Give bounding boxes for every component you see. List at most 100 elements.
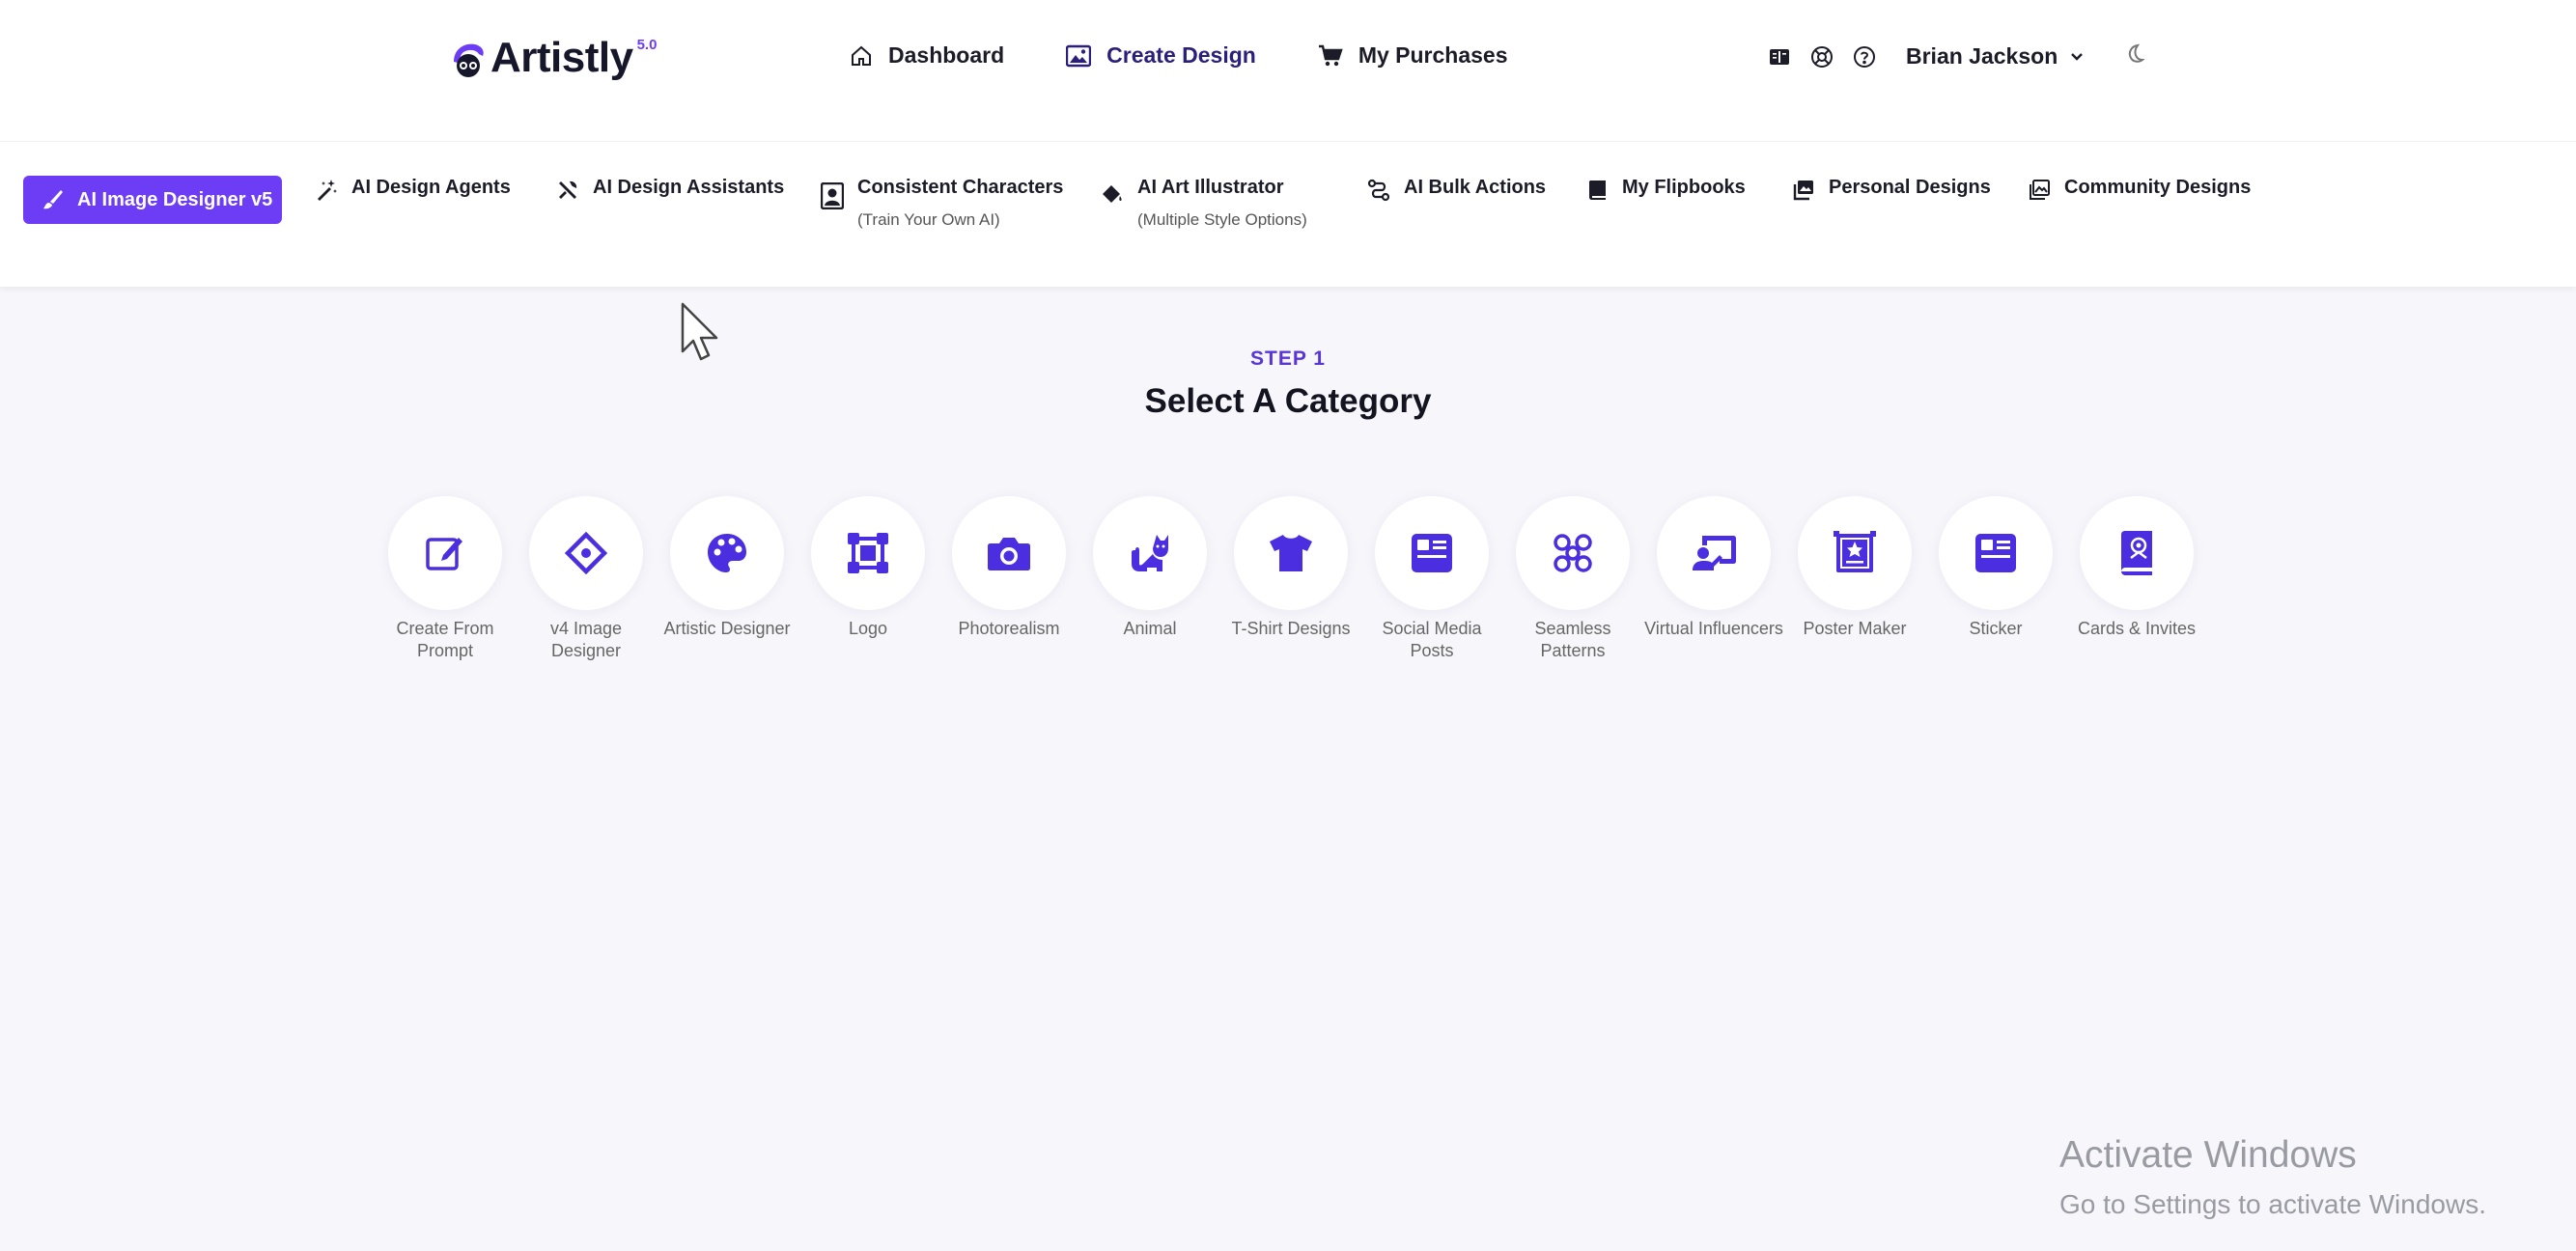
nav-label: Dashboard [888, 42, 1005, 68]
support-icon[interactable] [1809, 44, 1834, 70]
tab-label: AI Design Agents [351, 177, 511, 198]
tab-label: AI Image Designer v5 [77, 188, 273, 210]
portrait-icon [821, 182, 844, 209]
cat-icon [1132, 535, 1168, 571]
page-title: Select A Category [1144, 382, 1432, 420]
tab-ai-image-designer-v5[interactable]: AI Image Designer v5 [23, 176, 282, 224]
nav-label: Create Design [1106, 42, 1256, 68]
book-icon [1589, 181, 1606, 200]
user-name: Brian Jackson [1906, 43, 2058, 69]
tab-label: Consistent Characters [857, 177, 1064, 198]
category-sticker[interactable]: Sticker [1925, 496, 2066, 640]
category-circle [1798, 496, 1912, 610]
tab-my-flipbooks[interactable]: My Flipbooks [1587, 177, 1746, 202]
tab-label: AI Design Assistants [593, 177, 785, 198]
category-virtual-influencers[interactable]: Virtual Influencers [1643, 496, 1784, 640]
tshirt-icon [1270, 535, 1312, 571]
top-nav: Dashboard Create Design My Purchases [850, 42, 1570, 69]
moon-icon[interactable] [2123, 42, 2146, 70]
poster-icon [1834, 531, 1876, 572]
tab-sublabel: (Train Your Own AI) [857, 210, 1000, 229]
category-create-from-prompt[interactable]: Create From Prompt [375, 496, 516, 662]
category-circle [1939, 496, 2053, 610]
category-animal[interactable]: Animal [1079, 496, 1220, 640]
category-circle [388, 496, 502, 610]
images-icon [1793, 181, 1813, 201]
category-poster-maker[interactable]: Poster Maker [1784, 496, 1925, 640]
book-icon[interactable] [1767, 44, 1792, 70]
tab-community-designs[interactable]: Community Designs [2028, 177, 2251, 202]
tab-label: Community Designs [2064, 177, 2252, 198]
tab-personal-designs[interactable]: Personal Designs [1792, 177, 1991, 202]
nav-my-purchases[interactable]: My Purchases [1318, 42, 1508, 69]
category-photorealism[interactable]: Photorealism [938, 496, 1079, 640]
tools-icon [559, 181, 577, 199]
nav-label: My Purchases [1358, 42, 1508, 68]
category-circle [670, 496, 784, 610]
category-label: T-Shirt Designs [1231, 619, 1351, 638]
category-circle [1657, 496, 1771, 610]
vector-square-icon [848, 533, 888, 573]
category-label: Logo [848, 619, 888, 638]
step-indicator: STEP 1 [1250, 348, 1326, 370]
route-icon [1367, 179, 1390, 202]
category-logo[interactable]: Logo [798, 496, 938, 640]
sticker-icon [1975, 534, 2016, 572]
brand-logo[interactable]: Artistly 5.0 [450, 31, 657, 85]
card-icon [2121, 531, 2152, 575]
category-seamless-patterns[interactable]: Seamless Patterns [1502, 496, 1643, 662]
category-label: Sticker [1969, 619, 2023, 638]
category-cards-and-invites[interactable]: Cards & Invites [2066, 496, 2207, 640]
top-utilities: Brian Jackson [1767, 42, 2146, 70]
presenter-icon [1693, 536, 1736, 570]
category-circle [529, 496, 643, 610]
logo-mark-icon [454, 43, 484, 77]
news-card-icon [1412, 534, 1452, 572]
category-label: Animal [1123, 619, 1177, 638]
user-menu[interactable]: Brian Jackson [1906, 43, 2085, 70]
nav-dashboard[interactable]: Dashboard [850, 42, 1004, 69]
category-label: Social Media Posts [1382, 619, 1482, 660]
brand-version: 5.0 [636, 37, 658, 53]
category-circle [2080, 496, 2194, 610]
palette-icon [708, 534, 746, 572]
category-social-media-posts[interactable]: Social Media Posts [1361, 496, 1502, 662]
top-bar: Artistly 5.0 Dashboard Create Design My … [0, 0, 2576, 141]
tab-ai-art-illustrator[interactable]: AI Art Illustrator (Multiple Style Optio… [1101, 177, 1307, 230]
tab-ai-bulk-actions[interactable]: AI Bulk Actions [1367, 177, 1546, 202]
category-circle [1093, 496, 1207, 610]
category-label: Poster Maker [1803, 619, 1907, 638]
category-circle [1234, 496, 1348, 610]
help-icon[interactable] [1852, 44, 1877, 70]
category-label: Cards & Invites [2077, 619, 2197, 638]
activate-windows-title: Activate Windows [2059, 1134, 2357, 1176]
activate-windows-subtitle: Go to Settings to activate Windows. [2059, 1189, 2486, 1219]
category-label: Virtual Influencers [1644, 619, 1783, 638]
tab-label: Personal Designs [1829, 177, 1991, 198]
tab-ai-design-assistants[interactable]: AI Design Assistants [556, 177, 784, 202]
category-t-shirt-designs[interactable]: T-Shirt Designs [1220, 496, 1361, 640]
image-icon [1066, 44, 1092, 67]
tab-label: AI Bulk Actions [1404, 177, 1547, 198]
mouse-cursor-icon [681, 302, 718, 361]
magic-wand-icon [318, 180, 337, 201]
category-artistic-designer[interactable]: Artistic Designer [657, 496, 798, 640]
tab-sublabel: (Multiple Style Options) [1137, 210, 1307, 229]
category-label: Artistic Designer [663, 619, 791, 638]
tab-consistent-characters[interactable]: Consistent Characters (Train Your Own AI… [821, 177, 1063, 230]
nav-create-design[interactable]: Create Design [1066, 42, 1256, 69]
category-label: v4 Image Designer [549, 619, 623, 660]
category-circle [1516, 496, 1630, 610]
camera-icon [988, 538, 1030, 570]
cart-icon [1318, 44, 1343, 66]
brand-name: Artistly [490, 34, 633, 81]
category-circle [952, 496, 1066, 610]
diamond-icon [565, 532, 607, 574]
tab-label: My Flipbooks [1622, 177, 1746, 198]
home-icon [852, 45, 871, 66]
category-label: Photorealism [958, 619, 1060, 638]
chevron-down-icon [2071, 52, 2084, 61]
category-circle [1375, 496, 1489, 610]
tab-ai-design-agents[interactable]: AI Design Agents [315, 177, 511, 202]
category-v4-image-designer[interactable]: v4 Image Designer [516, 496, 657, 662]
